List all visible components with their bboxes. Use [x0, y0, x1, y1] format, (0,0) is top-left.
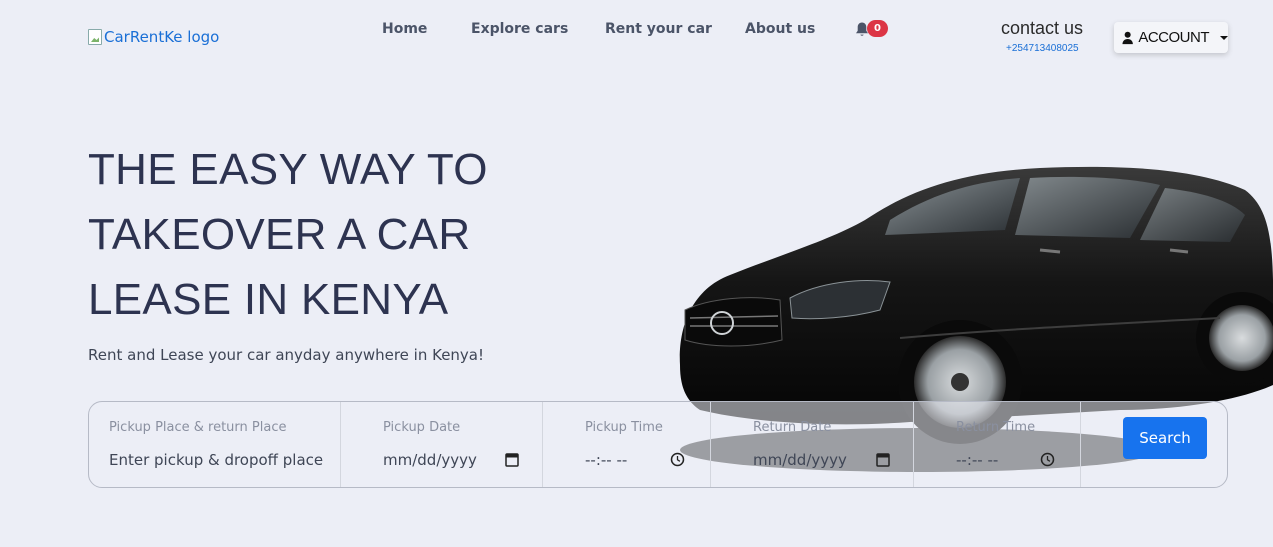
notification-badge: 0	[867, 20, 888, 37]
top-navbar: CarRentKe logo Home Explore cars Rent yo…	[0, 0, 1273, 66]
place-label: Pickup Place & return Place	[109, 420, 287, 435]
hero-title: THE EASY WAY TO TAKEOVER A CAR LEASE IN …	[88, 145, 488, 324]
contact-us-label[interactable]: contact us	[1001, 18, 1083, 39]
pickup-date-field[interactable]: Pickup Date mm/dd/yyyy	[341, 402, 542, 487]
calendar-icon[interactable]	[505, 452, 519, 467]
pickup-date-input[interactable]: mm/dd/yyyy	[383, 451, 477, 469]
return-date-field[interactable]: Return Date mm/dd/yyyy	[711, 402, 913, 487]
pickup-time-label: Pickup Time	[585, 420, 663, 435]
chevron-down-icon	[1220, 35, 1228, 40]
divider	[1080, 402, 1081, 487]
account-dropdown-button[interactable]: ACCOUNT	[1114, 22, 1228, 53]
contact-phone[interactable]: +254713408025	[1006, 43, 1079, 54]
broken-image-icon	[88, 29, 102, 45]
place-input[interactable]: Enter pickup & dropoff place	[109, 451, 323, 469]
search-button[interactable]: Search	[1123, 417, 1207, 459]
hero-subtitle: Rent and Lease your car anyday anywhere …	[88, 346, 485, 364]
place-field[interactable]: Pickup Place & return Place Enter pickup…	[89, 402, 340, 487]
return-time-field[interactable]: Return Time --:-- --	[914, 402, 1080, 487]
pickup-time-field[interactable]: Pickup Time --:-- --	[543, 402, 710, 487]
nav-home[interactable]: Home	[382, 21, 427, 37]
logo-alt-text: CarRentKe logo	[104, 28, 220, 46]
nav-explore-cars[interactable]: Explore cars	[471, 21, 568, 37]
clock-icon[interactable]	[1040, 452, 1055, 467]
pickup-time-input[interactable]: --:-- --	[585, 451, 627, 469]
return-time-input[interactable]: --:-- --	[956, 451, 998, 469]
user-icon	[1122, 31, 1133, 44]
return-date-label: Return Date	[753, 420, 832, 435]
nav-rent-your-car[interactable]: Rent your car	[605, 21, 712, 37]
clock-icon[interactable]	[670, 452, 685, 467]
return-date-input[interactable]: mm/dd/yyyy	[753, 451, 847, 469]
search-form: Pickup Place & return Place Enter pickup…	[88, 401, 1228, 488]
nav-about-us[interactable]: About us	[745, 21, 815, 37]
calendar-icon[interactable]	[876, 452, 890, 467]
pickup-date-label: Pickup Date	[383, 420, 461, 435]
return-time-label: Return Time	[956, 420, 1036, 435]
account-label: ACCOUNT	[1138, 29, 1209, 46]
site-logo[interactable]: CarRentKe logo	[88, 28, 219, 46]
